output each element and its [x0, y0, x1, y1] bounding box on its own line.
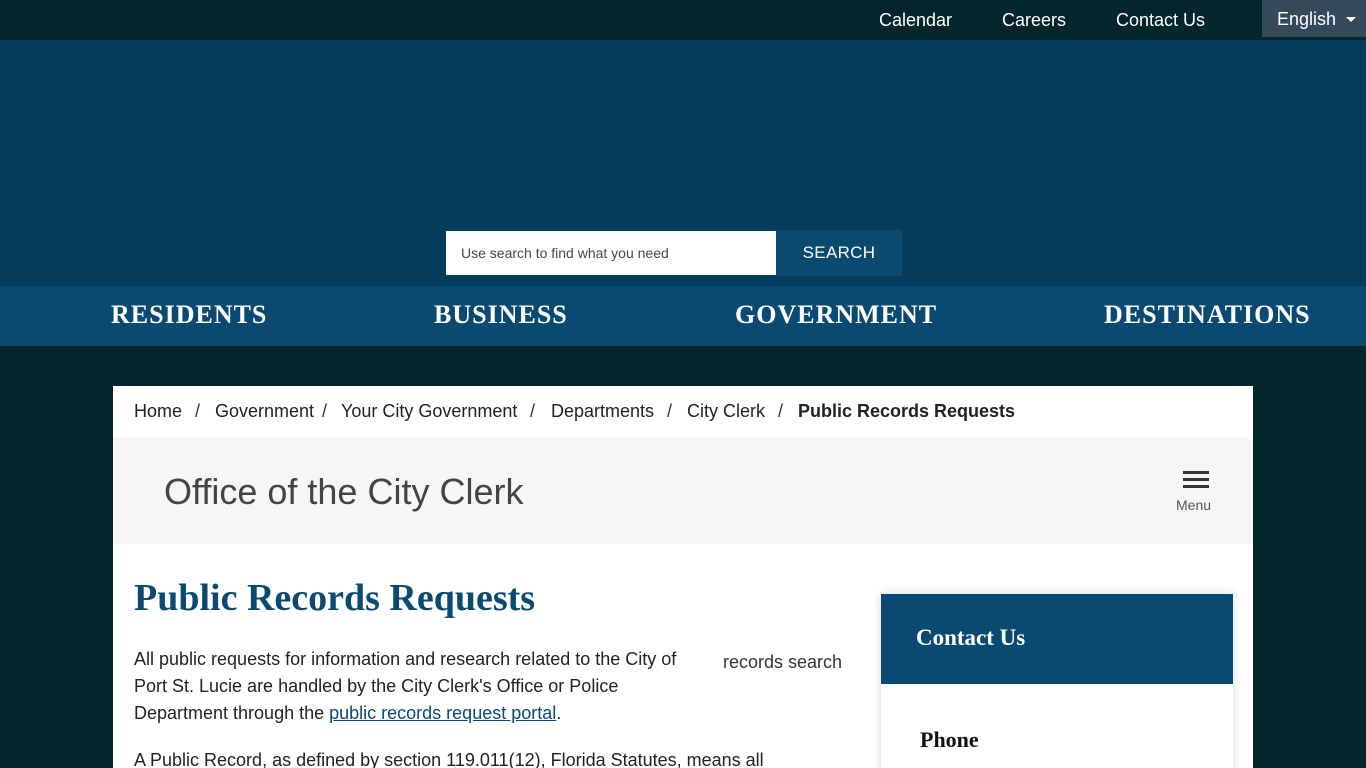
sidebar-title: Contact Us: [916, 625, 1026, 650]
intro-end: .: [556, 703, 562, 723]
breadcrumb: Home / Government / Your City Government…: [113, 386, 1253, 437]
breadcrumb-separator: /: [530, 401, 536, 421]
breadcrumb-your-city-government[interactable]: Your City Government: [341, 401, 517, 422]
language-label: English: [1277, 9, 1337, 29]
nav-government[interactable]: GOVERNMENT: [735, 300, 937, 330]
nav-residents[interactable]: RESIDENTS: [111, 300, 267, 330]
hamburger-icon: [1183, 478, 1209, 481]
hamburger-icon: [1183, 471, 1209, 474]
main-nav: RESIDENTS BUSINESS GOVERNMENT DESTINATIO…: [0, 286, 1366, 346]
breadcrumb-separator: /: [195, 401, 201, 421]
nav-business[interactable]: BUSINESS: [434, 300, 568, 330]
phone-heading: Phone: [920, 727, 979, 752]
department-title[interactable]: Office of the City Clerk: [164, 471, 523, 513]
nav-destinations[interactable]: DESTINATIONS: [1104, 300, 1311, 330]
menu-button[interactable]: Menu: [1173, 469, 1217, 515]
breadcrumb-home[interactable]: Home: [134, 401, 182, 422]
breadcrumb-departments[interactable]: Departments: [551, 401, 654, 422]
breadcrumb-city-clerk[interactable]: City Clerk: [687, 401, 765, 422]
breadcrumb-government[interactable]: Government: [215, 401, 314, 422]
department-header: Office of the City Clerk Menu: [113, 437, 1253, 544]
utility-bar: Calendar Careers Contact Us English: [0, 0, 1366, 40]
records-search-image: records search: [723, 652, 842, 673]
sidebar-header: Contact Us: [881, 594, 1233, 684]
contact-us-link[interactable]: Contact Us: [1116, 10, 1205, 31]
intro-paragraph: All public requests for information and …: [134, 646, 704, 727]
search-button[interactable]: SEARCH: [776, 230, 902, 276]
search-input[interactable]: [446, 231, 776, 275]
breadcrumb-separator: /: [322, 401, 328, 421]
breadcrumb-current: Public Records Requests: [798, 401, 1016, 421]
menu-label: Menu: [1176, 497, 1212, 513]
calendar-link[interactable]: Calendar: [879, 10, 952, 31]
definition-paragraph: A Public Record, as defined by section 1…: [134, 750, 764, 768]
breadcrumb-separator: /: [667, 401, 673, 421]
page-title: Public Records Requests: [134, 577, 536, 619]
public-records-portal-link[interactable]: public records request portal: [329, 703, 556, 723]
image-alt-text: records search: [723, 652, 843, 672]
language-selector[interactable]: English: [1262, 0, 1366, 37]
contact-sidebar: Contact Us Phone: [881, 594, 1233, 768]
breadcrumb-separator: /: [778, 401, 784, 421]
chevron-down-icon: [1346, 17, 1356, 22]
hamburger-icon: [1183, 485, 1209, 488]
careers-link[interactable]: Careers: [1002, 10, 1066, 31]
content-panel: Home / Government / Your City Government…: [113, 386, 1253, 768]
